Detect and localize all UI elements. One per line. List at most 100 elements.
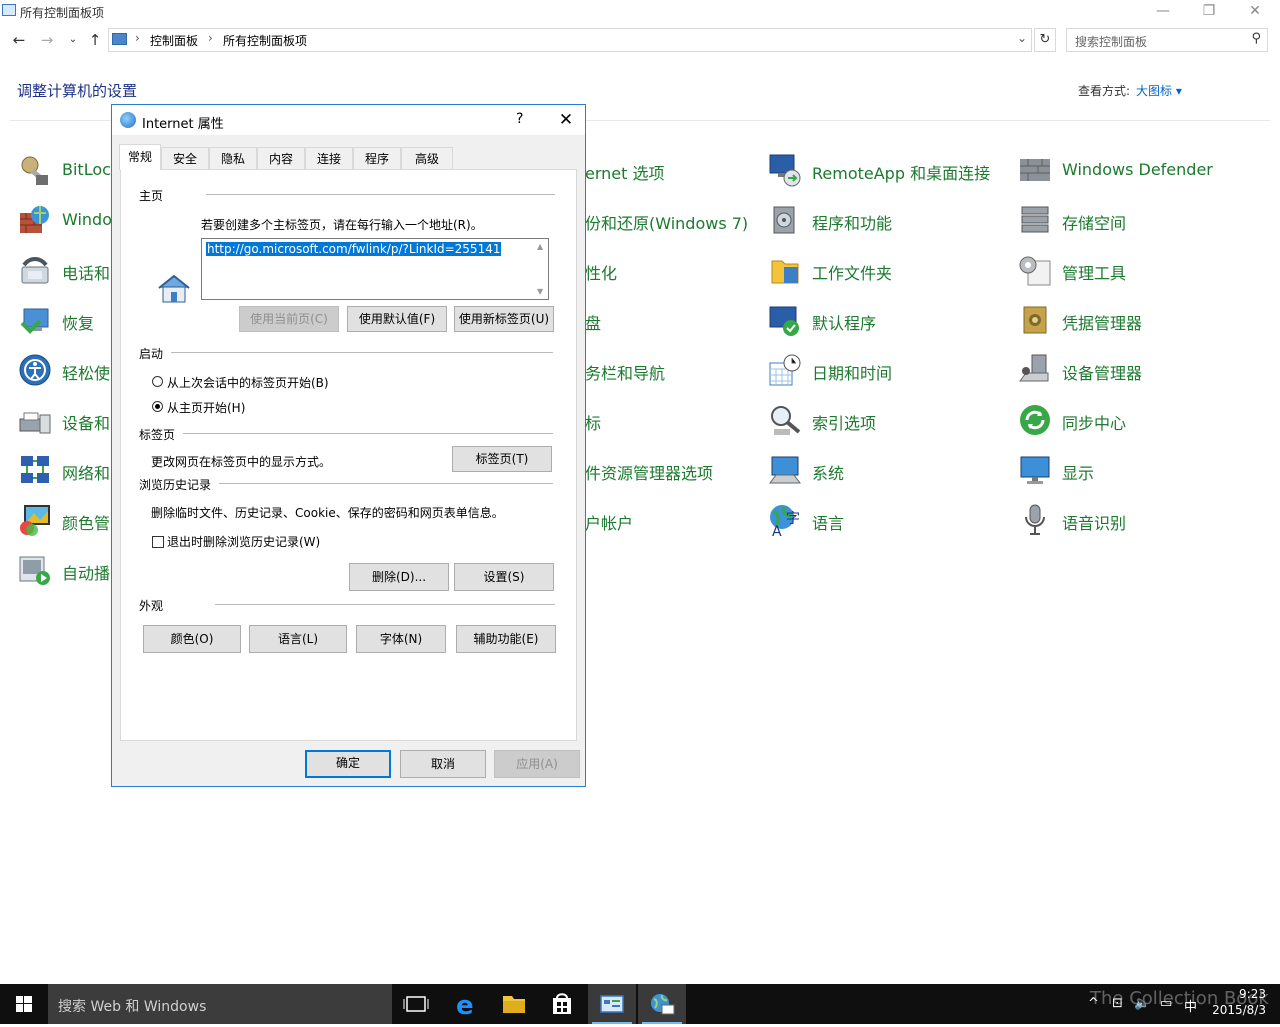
action-center-icon[interactable]: ▭ <box>1160 996 1172 1011</box>
show-hidden-icons-icon[interactable]: ^ <box>1088 996 1099 1011</box>
history-description: 删除临时文件、历史记录、Cookie、保存的密码和网页表单信息。 <box>151 506 504 520</box>
startup-last-session-label[interactable]: 从上次会话中的标签页开始(B) <box>167 374 329 391</box>
phone-modem-icon <box>21 257 49 284</box>
display-icon <box>1020 456 1050 484</box>
task-view-button[interactable] <box>392 984 440 1024</box>
minimize-button[interactable]: — <box>1140 0 1186 24</box>
network-icon[interactable]: ⊡ <box>1112 996 1123 1011</box>
cp-item-label: 设备管理器 <box>1062 364 1143 383</box>
back-arrow-icon[interactable]: ← <box>8 28 30 52</box>
devices-printers-icon <box>19 412 51 434</box>
languages-button[interactable]: 语言(L) <box>249 625 347 653</box>
date-time-icon <box>769 354 801 386</box>
system-clock[interactable]: 9:23 2015/8/3 <box>1206 986 1266 1018</box>
tabs-settings-button[interactable]: 标签页(T) <box>452 446 552 472</box>
cancel-button[interactable]: 取消 <box>400 750 486 778</box>
cp-item-label: ernet 选项 <box>585 164 665 183</box>
cp-item-label: 系统 <box>812 464 845 483</box>
restore-button[interactable]: ❐ <box>1186 0 1232 24</box>
refresh-icon[interactable]: ↻ <box>1034 28 1056 52</box>
start-button[interactable] <box>0 984 48 1024</box>
forward-arrow-icon[interactable]: → <box>36 28 58 52</box>
system-icon <box>769 456 801 484</box>
view-by-dropdown[interactable]: 大图标 ▾ <box>1136 84 1182 98</box>
cp-item-label: 件资源管理器选项 <box>585 464 714 483</box>
taskbar-search-input[interactable]: 搜索 Web 和 Windows <box>48 984 392 1024</box>
use-current-button[interactable]: 使用当前页(C) <box>239 306 339 332</box>
cp-item-label: 电话和 <box>62 264 111 283</box>
group-divider <box>171 352 553 353</box>
delete-history-on-exit-checkbox[interactable] <box>152 536 164 548</box>
startup-home-label[interactable]: 从主页开始(H) <box>167 399 245 416</box>
colors-button[interactable]: 颜色(O) <box>143 625 241 653</box>
history-settings-button[interactable]: 设置(S) <box>454 563 554 591</box>
tab-general[interactable]: 常规 <box>119 144 161 170</box>
taskbar-internet-properties-button[interactable] <box>638 984 686 1024</box>
delete-history-on-exit-label[interactable]: 退出时删除浏览历史记录(W) <box>167 533 320 550</box>
delete-history-button[interactable]: 删除(D)... <box>349 563 449 591</box>
fonts-button[interactable]: 字体(N) <box>356 625 446 653</box>
homepage-url-textarea[interactable]: http://go.microsoft.com/fwlink/p/?LinkId… <box>201 238 549 300</box>
breadcrumb-chevron-icon[interactable]: › <box>135 31 140 45</box>
breadcrumb-chevron-icon[interactable]: › <box>208 31 213 45</box>
task-view-icon <box>403 996 429 1012</box>
default-programs-icon <box>769 306 799 336</box>
taskbar-store-button[interactable] <box>538 984 586 1024</box>
tab-privacy[interactable]: 隐私 <box>209 147 257 169</box>
bitlocker-key-icon <box>21 156 48 185</box>
address-dropdown-icon[interactable]: ⌄ <box>1017 31 1027 45</box>
speech-recognition-icon <box>1025 504 1045 535</box>
group-divider <box>219 483 553 484</box>
scroll-up-icon[interactable]: ▲ <box>537 242 543 251</box>
close-window-button[interactable]: ✕ <box>1232 0 1278 24</box>
tabs-group-label: 标签页 <box>139 426 180 443</box>
cp-item-label: 程序和功能 <box>812 214 893 233</box>
tab-security[interactable]: 安全 <box>161 147 209 169</box>
cp-item-label: 盘 <box>585 314 602 333</box>
taskbar-control-panel-button[interactable] <box>588 984 636 1024</box>
ok-button[interactable]: 确定 <box>305 750 391 778</box>
taskbar-explorer-button[interactable] <box>490 984 538 1024</box>
sync-center-icon <box>1020 405 1050 435</box>
up-arrow-icon[interactable]: ↑ <box>84 28 106 52</box>
ime-indicator[interactable]: 中 <box>1184 996 1197 1015</box>
cp-item-label: 凭据管理器 <box>1062 314 1143 333</box>
startup-home-radio[interactable] <box>152 401 163 412</box>
scroll-down-icon[interactable]: ▼ <box>537 287 543 296</box>
search-input[interactable]: 搜索控制面板 ⚲ <box>1066 28 1268 52</box>
tab-connections[interactable]: 连接 <box>305 147 353 169</box>
startup-last-session-radio[interactable] <box>152 376 163 387</box>
taskbar-search-placeholder: 搜索 Web 和 Windows <box>58 999 207 1015</box>
recovery-icon <box>20 308 49 334</box>
cp-item-label: 网络和 <box>62 464 111 483</box>
address-bar[interactable]: › 控制面板 › 所有控制面板项 ⌄ <box>108 28 1032 52</box>
breadcrumb-control-panel[interactable]: 控制面板 <box>150 32 198 49</box>
tab-advanced[interactable]: 高级 <box>401 147 453 169</box>
clock-date: 2015/8/3 <box>1212 1003 1266 1017</box>
textarea-scrollbar[interactable]: ▲ ▼ <box>534 239 548 299</box>
volume-icon[interactable]: 🔈 <box>1134 996 1150 1011</box>
cp-item-label: 标 <box>585 414 602 433</box>
tab-programs[interactable]: 程序 <box>353 147 401 169</box>
cp-item-label: 显示 <box>1062 464 1095 483</box>
help-button[interactable]: ? <box>516 111 523 127</box>
search-icon[interactable]: ⚲ <box>1251 31 1261 46</box>
group-divider <box>215 604 555 605</box>
startup-group-label: 启动 <box>139 345 168 362</box>
taskbar-edge-button[interactable]: e <box>442 984 490 1024</box>
accessibility-button[interactable]: 辅助功能(E) <box>456 625 556 653</box>
svg-text:e: e <box>456 991 474 1021</box>
use-new-tab-button[interactable]: 使用新标签页(U) <box>454 306 554 332</box>
recent-locations-chevron-icon[interactable]: ⌄ <box>62 28 84 52</box>
network-sharing-icon <box>21 456 49 483</box>
control-panel-icon <box>600 995 624 1013</box>
apply-button[interactable]: 应用(A) <box>494 750 580 778</box>
cp-item-label: 户帐户 <box>585 514 634 533</box>
window-titlebar: 所有控制面板项 — ❐ ✕ <box>0 0 1280 24</box>
breadcrumb-all-items[interactable]: 所有控制面板项 <box>223 32 307 49</box>
tab-content[interactable]: 内容 <box>257 147 305 169</box>
homepage-group-label: 主页 <box>139 187 168 204</box>
use-default-button[interactable]: 使用默认值(F) <box>347 306 447 332</box>
dialog-close-icon[interactable]: ✕ <box>552 108 580 132</box>
programs-features-icon <box>773 206 795 234</box>
